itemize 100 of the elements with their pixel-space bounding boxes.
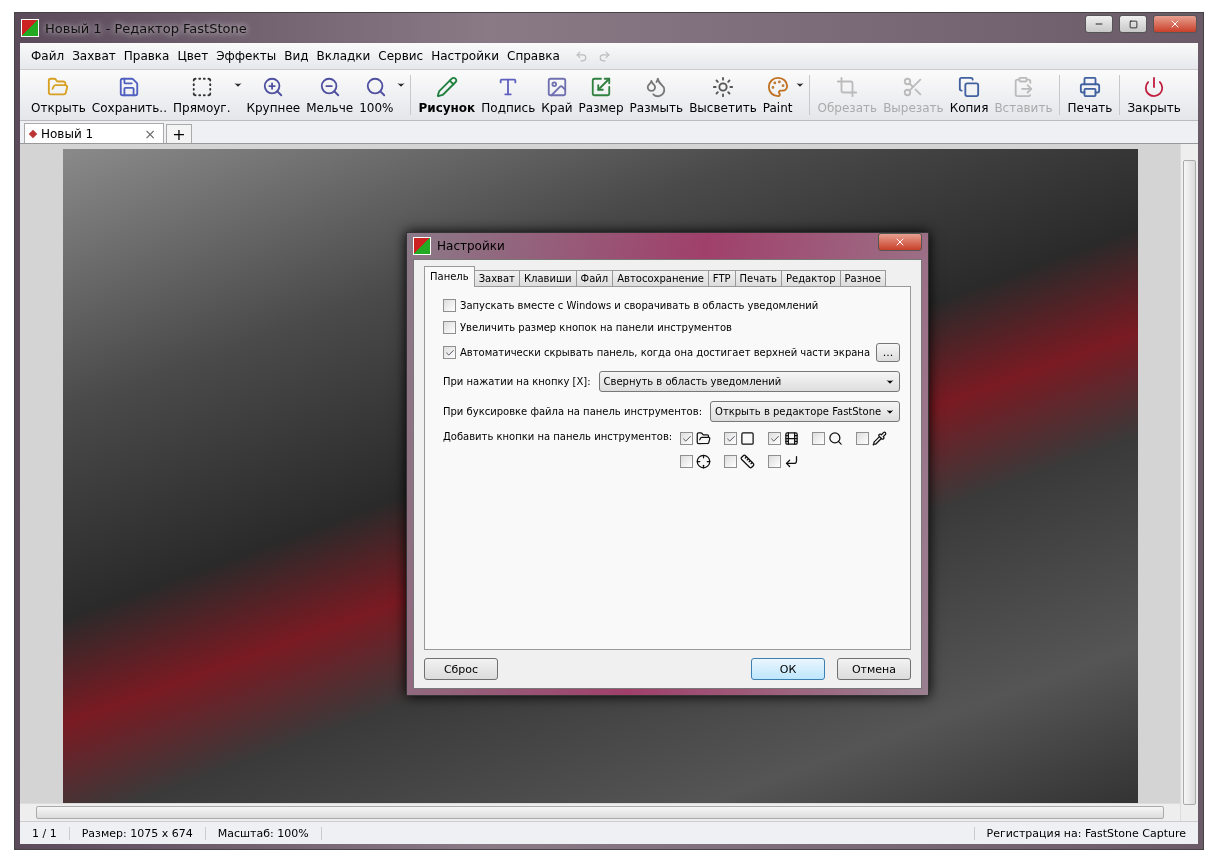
toolbar-button[interactable]: Высветить: [686, 73, 760, 117]
checkmark-icon: [444, 347, 455, 358]
status-text: Регистрация на: FastStone Capture: [973, 826, 1198, 840]
dialog-tab[interactable]: Печать: [734, 270, 782, 287]
ruler-icon: [740, 454, 756, 469]
menu-item[interactable]: Эффекты: [213, 47, 280, 65]
dialog-tab[interactable]: Файл: [575, 270, 614, 287]
tab-label: Новый 1: [41, 126, 95, 141]
dialog-button[interactable]: Отмена: [837, 658, 911, 680]
dialog-button[interactable]: Сброс: [424, 658, 498, 680]
menu-item[interactable]: Настройки: [428, 47, 502, 65]
image-icon: [545, 75, 568, 98]
new-tab-button[interactable]: +: [166, 124, 192, 143]
toolbar-button[interactable]: Подпись: [478, 73, 539, 117]
eyedropper-icon: [872, 431, 888, 446]
status-text: 1 / 1: [20, 826, 70, 840]
checkbox[interactable]: [768, 455, 782, 468]
menu-item[interactable]: Вид: [281, 47, 312, 65]
zoom-out-icon: [318, 75, 341, 98]
close-button[interactable]: [1153, 15, 1197, 33]
dialog-tab[interactable]: Захват: [473, 270, 520, 287]
return-arrow-icon: [784, 454, 800, 469]
menu-item[interactable]: Вкладки: [313, 47, 374, 65]
toolbar-button[interactable]: Закрыть: [1124, 73, 1184, 117]
minimize-button[interactable]: [1085, 15, 1113, 33]
folder-icon: [696, 431, 712, 446]
crop-icon: [836, 75, 859, 98]
toolbar-button[interactable]: Прямоуг.: [170, 73, 234, 117]
menu-item[interactable]: Справка: [504, 47, 563, 65]
menu-item[interactable]: Правка: [120, 47, 173, 65]
select-label: При буксировке файла на панель инструментов:: [443, 406, 702, 417]
rectangle-icon: [740, 431, 756, 446]
more-button[interactable]: ...: [876, 343, 900, 362]
film-icon: [784, 431, 800, 446]
caret-icon[interactable]: [795, 80, 806, 90]
toolbar-button[interactable]: Крупнее: [243, 73, 304, 117]
checkbox[interactable]: [856, 432, 870, 445]
checkbox[interactable]: [443, 299, 456, 312]
close-icon: [1169, 18, 1181, 30]
dialog-tab[interactable]: Разное: [839, 270, 886, 287]
checkbox[interactable]: [680, 432, 694, 445]
menu-item[interactable]: Цвет: [174, 47, 212, 65]
magnifier-icon: [828, 431, 844, 446]
checkbox-label: Увеличить размер кнопок на панели инструментов: [460, 322, 732, 333]
checkbox[interactable]: [724, 432, 738, 445]
toolbar-button[interactable]: Размыть: [626, 73, 687, 117]
pencil-icon: [435, 75, 458, 98]
dialog-title: Настройки: [437, 239, 506, 253]
checkbox[interactable]: [768, 432, 782, 445]
folder-icon: [47, 75, 70, 98]
toolbar-button[interactable]: Печать: [1064, 73, 1116, 117]
dropdown[interactable]: Свернуть в область уведомлений: [598, 371, 900, 392]
resize-icon: [590, 75, 613, 98]
palette-icon: [766, 75, 789, 98]
checkbox[interactable]: [812, 432, 826, 445]
crosshair-icon: [696, 454, 712, 469]
checkbox[interactable]: [443, 346, 456, 359]
toolbar-button[interactable]: Сохранить..: [88, 73, 170, 117]
checkbox[interactable]: [680, 455, 694, 468]
toolbar-button[interactable]: 100%: [356, 73, 397, 117]
dialog-tab[interactable]: Редактор: [781, 270, 841, 287]
dialog-tab[interactable]: Клавиши: [518, 270, 577, 287]
tab-close-button[interactable]: ×: [142, 125, 158, 142]
toolbar-button[interactable]: Рисунок: [415, 73, 479, 117]
status-text: Размер: 1075 x 674: [69, 826, 206, 840]
toolbar-button[interactable]: Копия: [946, 73, 992, 117]
status-text: Масштаб: 100%: [205, 826, 322, 840]
dialog-close-button[interactable]: [878, 233, 922, 251]
caret-icon[interactable]: [396, 80, 407, 90]
dropdown[interactable]: Открыть в редакторе FastStone: [710, 401, 900, 422]
checkbox[interactable]: [443, 321, 456, 334]
menu-item[interactable]: Сервис: [375, 47, 427, 65]
toolbar-button[interactable]: Край: [538, 73, 576, 117]
checkbox[interactable]: [724, 455, 738, 468]
dialog-tab[interactable]: Автосохранение: [612, 270, 709, 287]
dashed-rectangle-icon: [190, 75, 213, 98]
printer-icon: [1078, 75, 1101, 98]
checkmark-icon: [681, 433, 692, 444]
checkbox-label: Запускать вместе с Windows и сворачивать в область уведомлений: [460, 300, 819, 311]
checkmark-icon: [769, 433, 780, 444]
toolbar-button[interactable]: Мельче: [303, 73, 357, 117]
toolbar-button[interactable]: Paint: [759, 73, 796, 117]
toolbar-button[interactable]: Открыть: [28, 73, 89, 117]
caret-icon[interactable]: [233, 80, 244, 90]
maximize-icon: [1128, 19, 1138, 29]
window-title: Новый 1 - Редактор FastStone: [45, 20, 248, 36]
dialog-button[interactable]: ОК: [751, 658, 825, 680]
toolbar-button[interactable]: Размер: [575, 73, 627, 117]
maximize-button[interactable]: [1119, 15, 1147, 33]
paste-icon: [1012, 75, 1035, 98]
document-tab[interactable]: Новый 1 ×: [24, 123, 164, 143]
vertical-scrollbar[interactable]: [1180, 144, 1198, 821]
copy-icon: [958, 75, 980, 98]
droplets-icon: [645, 75, 668, 98]
horizontal-scrollbar[interactable]: [20, 803, 1180, 821]
magnifier-icon: [365, 75, 388, 98]
menu-item[interactable]: Захват: [69, 47, 119, 65]
dialog-tab[interactable]: Панель: [424, 266, 475, 287]
menu-item[interactable]: Файл: [28, 47, 68, 65]
dialog-tab[interactable]: FTP: [707, 270, 736, 287]
